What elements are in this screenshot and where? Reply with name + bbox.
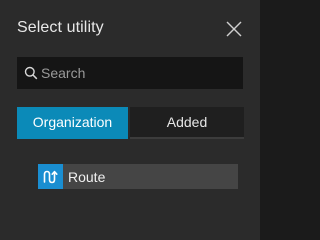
search-icon [24,66,38,80]
route-icon [38,164,63,189]
utility-item-route[interactable]: Route [38,164,238,189]
search-box [17,57,243,89]
close-icon [224,19,244,39]
search-input[interactable] [38,57,243,89]
panel-title: Select utility [17,19,104,36]
utility-item-label: Route [68,168,106,185]
tab-organization-label: Organization [32,114,113,130]
select-utility-panel: Select utility Organization Added [0,0,260,240]
close-button[interactable] [224,19,244,39]
tab-added[interactable]: Added [130,107,244,139]
tab-organization[interactable]: Organization [17,107,128,139]
utility-tabs: Organization Added [17,107,244,139]
tab-added-label: Added [166,114,208,130]
